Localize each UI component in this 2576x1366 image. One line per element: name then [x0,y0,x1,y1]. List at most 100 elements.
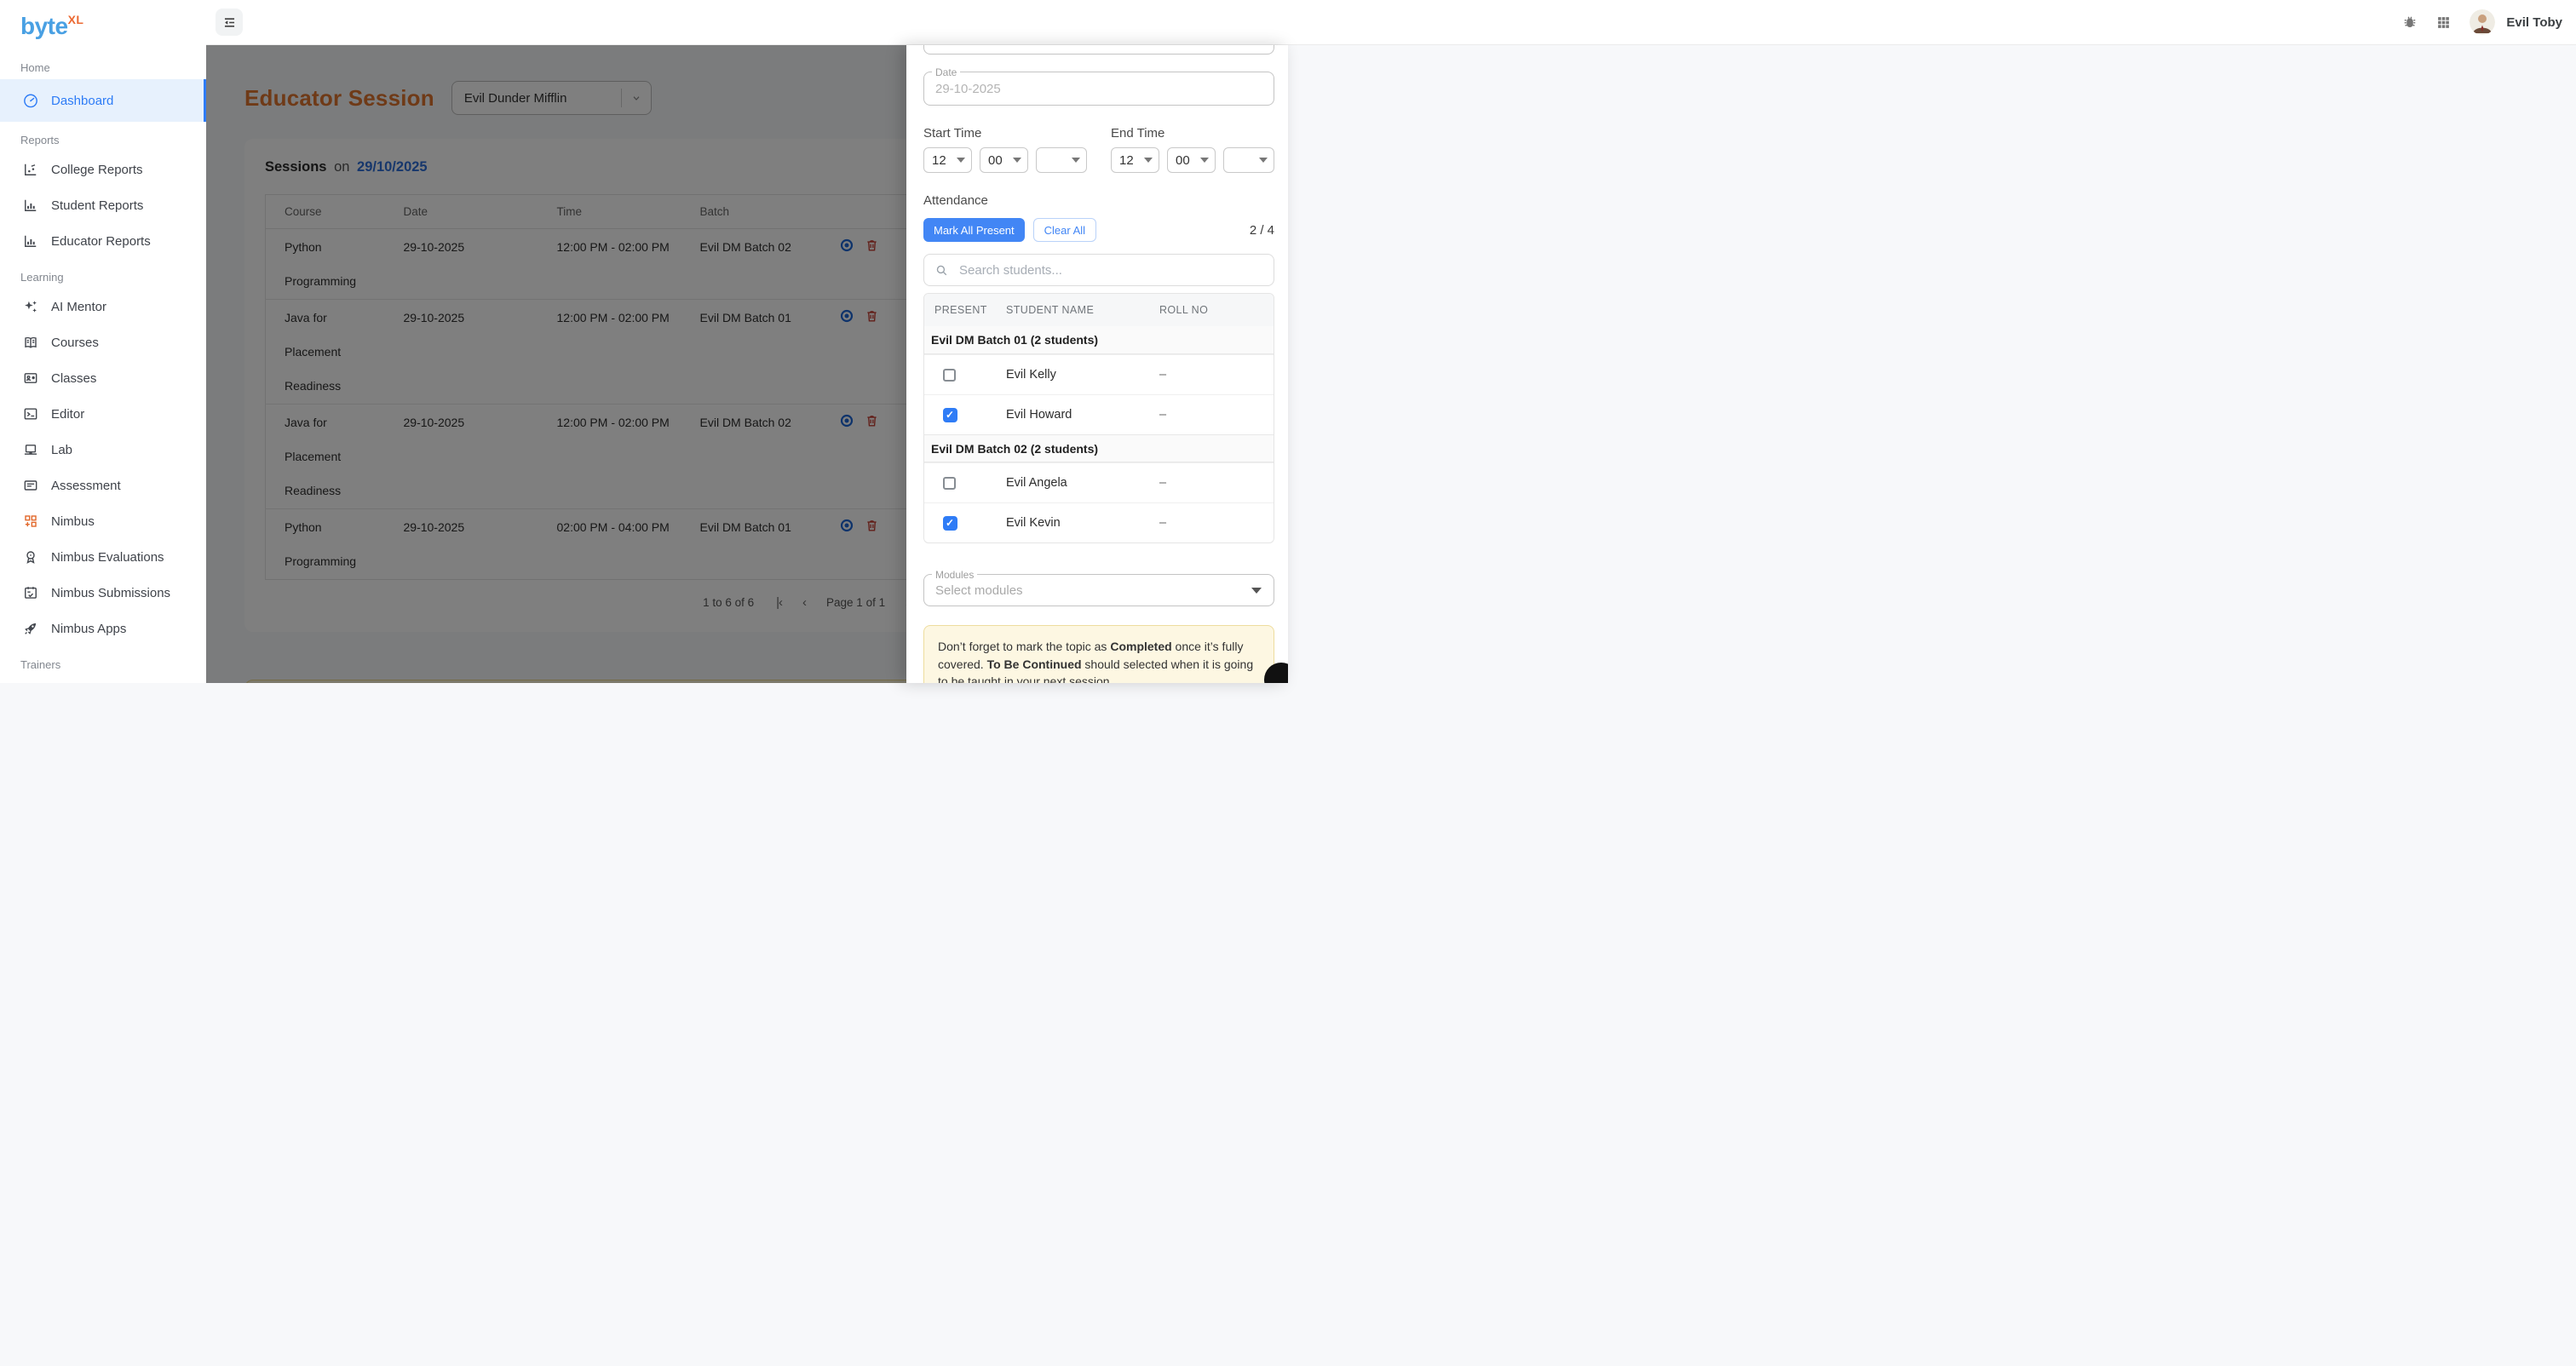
sidebar-item-educator-reports[interactable]: Educator Reports [0,223,206,259]
bytexl-logo: byte XL [0,12,206,49]
caret-down-icon [1251,588,1262,594]
sidebar-item-nimbus[interactable]: Nimbus [0,503,206,539]
start-time-blank-select[interactable] [1036,147,1087,173]
student-roll: – [1149,476,1274,490]
sidebar-item-label: Editor [51,407,84,422]
mark-all-present-button[interactable]: Mark All Present [923,218,1025,242]
note-segment: Don’t forget to mark the topic as [938,640,1110,653]
debug-bug-icon[interactable] [2402,14,2418,30]
note-bold-segment: Completed [1110,640,1171,653]
rocket-icon [22,620,39,637]
caret-down-icon [1144,158,1153,163]
sidebar-section-label: Trainers [20,658,206,671]
sidebar-item-ai-mentor[interactable]: AI Mentor [0,289,206,324]
logo-text-byte: byte [20,12,68,41]
calendar-check-icon [22,584,39,601]
assessment-icon [22,477,39,494]
date-field[interactable]: Date 29-10-2025 [923,72,1274,106]
sidebar-item-label: Courses [51,336,99,350]
attendance-table: PRESENTSTUDENT NAMEROLL NO Evil DM Batch… [923,293,1274,543]
batch-group-row: Evil DM Batch 01 (2 students) [924,326,1274,354]
sidebar-item-label: Student Reports [51,198,143,213]
sidebar-item-courses[interactable]: Courses [0,324,206,360]
student-search-input[interactable]: Search students... [923,254,1274,286]
apps-grid-icon[interactable] [2436,15,2451,30]
sidebar-item-label: Nimbus Evaluations [51,550,164,565]
sidebar-item-nimbus-submissions[interactable]: Nimbus Submissions [0,575,206,611]
dashboard-gauge-icon [22,92,39,109]
topbar: Evil Toby [206,0,2576,45]
start-time-group: Start Time 1200 [923,126,1087,173]
sidebar-item-classes[interactable]: Classes [0,360,206,396]
select-value: 12 [1119,153,1134,168]
sidebar-item-student-reports[interactable]: Student Reports [0,187,206,223]
sidebar-item-nimbus-evaluations[interactable]: Nimbus Evaluations [0,539,206,575]
sidebar-item-label: Assessment [51,479,121,493]
caret-down-icon [1072,158,1080,163]
select-value: 00 [988,153,1003,168]
user-name[interactable]: Evil Toby [2506,15,2562,30]
end-time-minute-select[interactable]: 00 [1167,147,1216,173]
date-field-label: Date [932,66,960,78]
nimbus-grid-icon [22,513,39,530]
student-name: Evil Howard [996,408,1149,422]
logo-text-xl: XL [68,13,84,26]
attendance-column-roll-no: ROLL NO [1149,304,1274,316]
modules-select[interactable]: Modules Select modules [923,574,1274,606]
sidebar-item-lab[interactable]: Lab [0,432,206,468]
sidebar-item-assessment[interactable]: Assessment [0,468,206,503]
modules-placeholder: Select modules [935,583,1023,598]
student-row: Evil Howard– [924,394,1274,434]
student-name: Evil Kelly [996,368,1149,382]
batch-group-row: Evil DM Batch 02 (2 students) [924,434,1274,462]
present-checkbox[interactable] [943,516,957,531]
attendance-counter: 2 / 4 [1250,223,1274,238]
sidebar-item-label: Nimbus Submissions [51,586,170,600]
modal-dim-overlay[interactable] [206,45,906,683]
clear-all-button[interactable]: Clear All [1033,218,1096,242]
sidebar-item-label: Dashboard [51,94,113,108]
present-checkbox[interactable] [943,477,956,490]
present-checkbox[interactable] [943,369,956,382]
sidebar-item-college-reports[interactable]: College Reports [0,152,206,187]
present-checkbox[interactable] [943,408,957,422]
sidebar-item-dashboard[interactable]: Dashboard [0,79,206,122]
scatter-chart-icon [22,161,39,178]
user-avatar[interactable] [2470,9,2495,35]
student-roll: – [1149,516,1274,530]
sidebar-section-label: Learning [20,271,206,284]
student-name: Evil Angela [996,476,1149,490]
bar-chart-icon [22,197,39,214]
present-cell [924,516,996,531]
sidebar-section-label: Home [20,61,206,74]
laptop-icon [22,441,39,458]
end-time-hour-select[interactable]: 12 [1111,147,1159,173]
session-drawer: Python Programming Date 29-10-2025 Start… [906,45,1288,683]
sidebar-item-label: Nimbus [51,514,95,529]
sidebar-item-label: Lab [51,443,72,457]
modules-label: Modules [932,569,977,581]
attendance-label: Attendance [923,193,1274,208]
bar-chart-icon [22,232,39,250]
student-roll: – [1149,408,1274,422]
end-time-group: End Time 1200 [1111,126,1274,173]
search-icon [934,263,949,278]
student-row: Evil Angela– [924,462,1274,502]
start-time-hour-select[interactable]: 12 [923,147,972,173]
completion-note: Don’t forget to mark the topic as Comple… [923,625,1274,683]
start-time-minute-select[interactable]: 00 [980,147,1028,173]
sidebar-item-editor[interactable]: Editor [0,396,206,432]
caret-down-icon [1200,158,1209,163]
topic-input[interactable]: Python Programming [923,45,1274,55]
sidebar-item-nimbus-apps[interactable]: Nimbus Apps [0,611,206,646]
sidebar-item-label: Nimbus Apps [51,622,126,636]
collapse-sidebar-button[interactable] [216,9,243,36]
sidebar-item-label: College Reports [51,163,143,177]
sidebar-item-label: AI Mentor [51,300,106,314]
end-time-blank-select[interactable] [1223,147,1274,173]
select-value: 12 [932,153,946,168]
sparkles-icon [22,298,39,315]
student-row: Evil Kelly– [924,354,1274,394]
note-bold-segment: To Be Continued [987,657,1082,671]
attendance-table-header: PRESENTSTUDENT NAMEROLL NO [924,294,1274,326]
